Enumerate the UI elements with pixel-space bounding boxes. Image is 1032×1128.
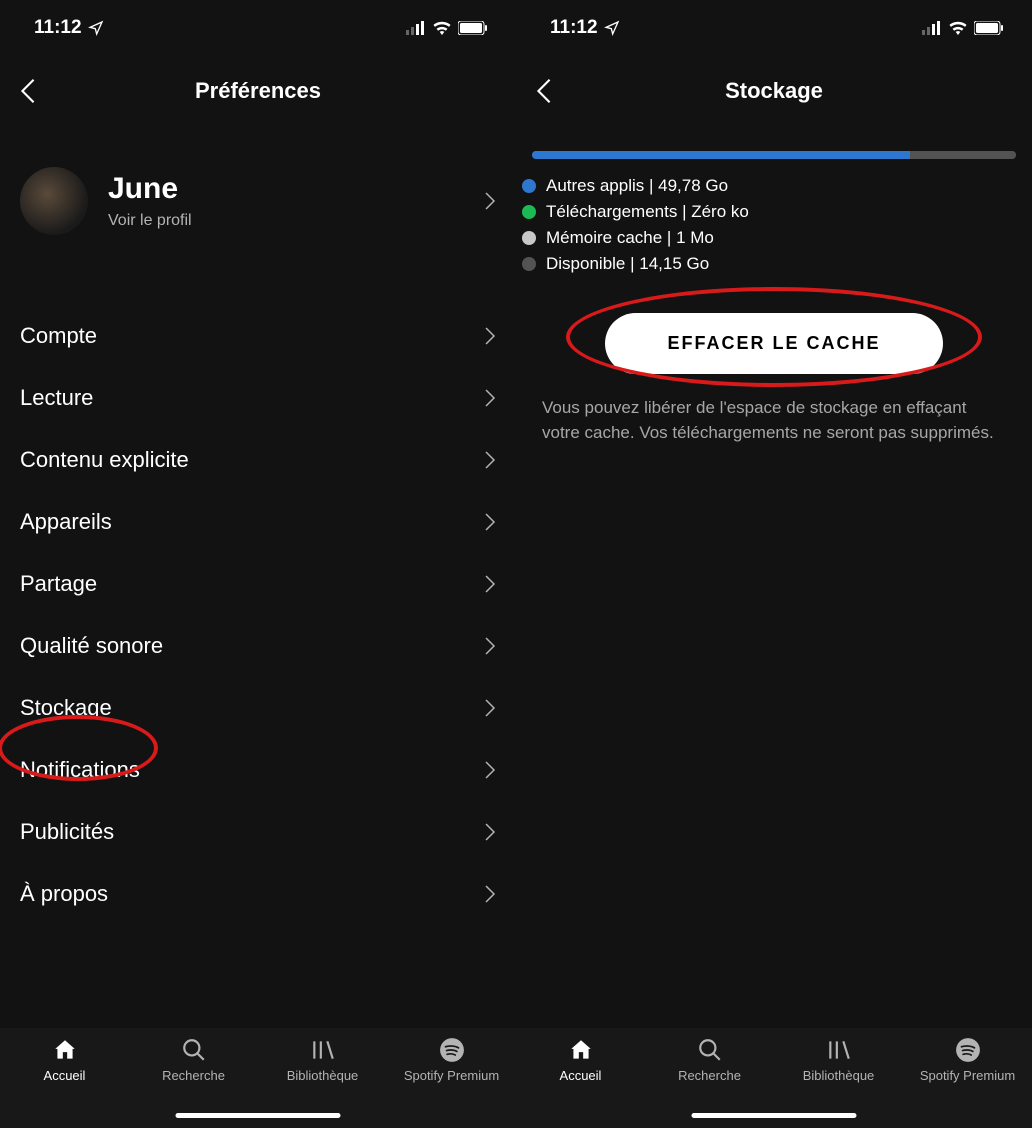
- status-bar: 11:12: [0, 0, 516, 55]
- search-icon: [181, 1037, 207, 1063]
- tab-premium[interactable]: Spotify Premium: [387, 1036, 516, 1128]
- settings-list: Compte Lecture Contenu explicite Apparei…: [0, 255, 516, 925]
- back-button[interactable]: [530, 77, 558, 105]
- location-icon: [604, 20, 620, 36]
- tab-label: Recherche: [162, 1068, 225, 1083]
- battery-icon: [458, 21, 488, 35]
- settings-item-a-propos[interactable]: À propos: [0, 863, 516, 925]
- settings-item-qualite-sonore[interactable]: Qualité sonore: [0, 615, 516, 677]
- storage-segment-available: [910, 151, 1016, 159]
- profile-row[interactable]: June Voir le profil: [0, 127, 516, 255]
- tab-label: Accueil: [44, 1068, 86, 1083]
- storage-hint-text: Vous pouvez libérer de l'espace de stock…: [516, 390, 1032, 451]
- chevron-right-icon: [484, 191, 496, 211]
- tab-accueil[interactable]: Accueil: [0, 1036, 129, 1128]
- tab-label: Bibliothèque: [287, 1068, 359, 1083]
- chevron-right-icon: [484, 574, 496, 594]
- chevron-right-icon: [484, 636, 496, 656]
- header-preferences: Préférences: [0, 55, 516, 127]
- settings-label: Lecture: [20, 385, 93, 411]
- storage-legend: Autres applis | 49,78 Go Téléchargements…: [516, 167, 1032, 293]
- library-icon: [826, 1037, 852, 1063]
- spotify-icon: [955, 1037, 981, 1063]
- tab-label: Recherche: [678, 1068, 741, 1083]
- wifi-icon: [432, 21, 452, 35]
- settings-item-partage[interactable]: Partage: [0, 553, 516, 615]
- settings-item-appareils[interactable]: Appareils: [0, 491, 516, 553]
- avatar: [20, 167, 88, 235]
- settings-item-stockage[interactable]: Stockage: [0, 677, 516, 739]
- legend-label: Disponible | 14,15 Go: [546, 254, 709, 274]
- dot-icon: [522, 179, 536, 193]
- wifi-icon: [948, 21, 968, 35]
- legend-label: Téléchargements | Zéro ko: [546, 202, 749, 222]
- chevron-right-icon: [484, 388, 496, 408]
- chevron-right-icon: [484, 884, 496, 904]
- legend-item-available: Disponible | 14,15 Go: [522, 251, 1016, 277]
- home-icon: [568, 1037, 594, 1063]
- storage-segment-other-apps: [532, 151, 910, 159]
- chevron-right-icon: [484, 326, 496, 346]
- settings-item-publicites[interactable]: Publicités: [0, 801, 516, 863]
- storage-usage-bar: [516, 127, 1032, 167]
- spotify-icon: [439, 1037, 465, 1063]
- settings-item-lecture[interactable]: Lecture: [0, 367, 516, 429]
- location-icon: [88, 20, 104, 36]
- chevron-right-icon: [484, 512, 496, 532]
- settings-label: Compte: [20, 323, 97, 349]
- chevron-left-icon: [535, 77, 553, 105]
- chevron-left-icon: [19, 77, 37, 105]
- home-indicator[interactable]: [176, 1113, 341, 1118]
- legend-item-downloads: Téléchargements | Zéro ko: [522, 199, 1016, 225]
- tab-premium[interactable]: Spotify Premium: [903, 1036, 1032, 1128]
- clear-cache-button[interactable]: EFFACER LE CACHE: [605, 313, 942, 374]
- settings-label: Publicités: [20, 819, 114, 845]
- settings-label: Stockage: [20, 695, 112, 721]
- home-indicator[interactable]: [692, 1113, 857, 1118]
- settings-item-contenu-explicite[interactable]: Contenu explicite: [0, 429, 516, 491]
- chevron-right-icon: [484, 698, 496, 718]
- cellular-icon: [922, 21, 942, 35]
- screen-preferences: 11:12 Préférences June Voir le profil Co…: [0, 0, 516, 1128]
- profile-name: June: [108, 172, 484, 206]
- header-stockage: Stockage: [516, 55, 1032, 127]
- tab-label: Accueil: [560, 1068, 602, 1083]
- profile-subtitle: Voir le profil: [108, 212, 484, 230]
- settings-label: Notifications: [20, 757, 140, 783]
- dot-icon: [522, 257, 536, 271]
- settings-item-compte[interactable]: Compte: [0, 305, 516, 367]
- settings-label: Contenu explicite: [20, 447, 189, 473]
- search-icon: [697, 1037, 723, 1063]
- cellular-icon: [406, 21, 426, 35]
- settings-label: Qualité sonore: [20, 633, 163, 659]
- page-title: Stockage: [725, 78, 823, 104]
- status-bar: 11:12: [516, 0, 1032, 55]
- tab-accueil[interactable]: Accueil: [516, 1036, 645, 1128]
- legend-label: Autres applis | 49,78 Go: [546, 176, 728, 196]
- chevron-right-icon: [484, 822, 496, 842]
- screen-stockage: 11:12 Stockage Autres applis | 4: [516, 0, 1032, 1128]
- legend-item-other-apps: Autres applis | 49,78 Go: [522, 173, 1016, 199]
- legend-label: Mémoire cache | 1 Mo: [546, 228, 714, 248]
- tab-label: Bibliothèque: [803, 1068, 875, 1083]
- status-time: 11:12: [550, 17, 598, 39]
- battery-icon: [974, 21, 1004, 35]
- legend-item-cache: Mémoire cache | 1 Mo: [522, 225, 1016, 251]
- settings-item-notifications[interactable]: Notifications: [0, 739, 516, 801]
- chevron-right-icon: [484, 760, 496, 780]
- back-button[interactable]: [14, 77, 42, 105]
- tab-label: Spotify Premium: [920, 1068, 1015, 1083]
- settings-label: À propos: [20, 881, 108, 907]
- dot-icon: [522, 231, 536, 245]
- status-time: 11:12: [34, 17, 82, 39]
- dot-icon: [522, 205, 536, 219]
- library-icon: [310, 1037, 336, 1063]
- page-title: Préférences: [195, 78, 321, 104]
- settings-label: Appareils: [20, 509, 112, 535]
- settings-label: Partage: [20, 571, 97, 597]
- chevron-right-icon: [484, 450, 496, 470]
- home-icon: [52, 1037, 78, 1063]
- tab-label: Spotify Premium: [404, 1068, 499, 1083]
